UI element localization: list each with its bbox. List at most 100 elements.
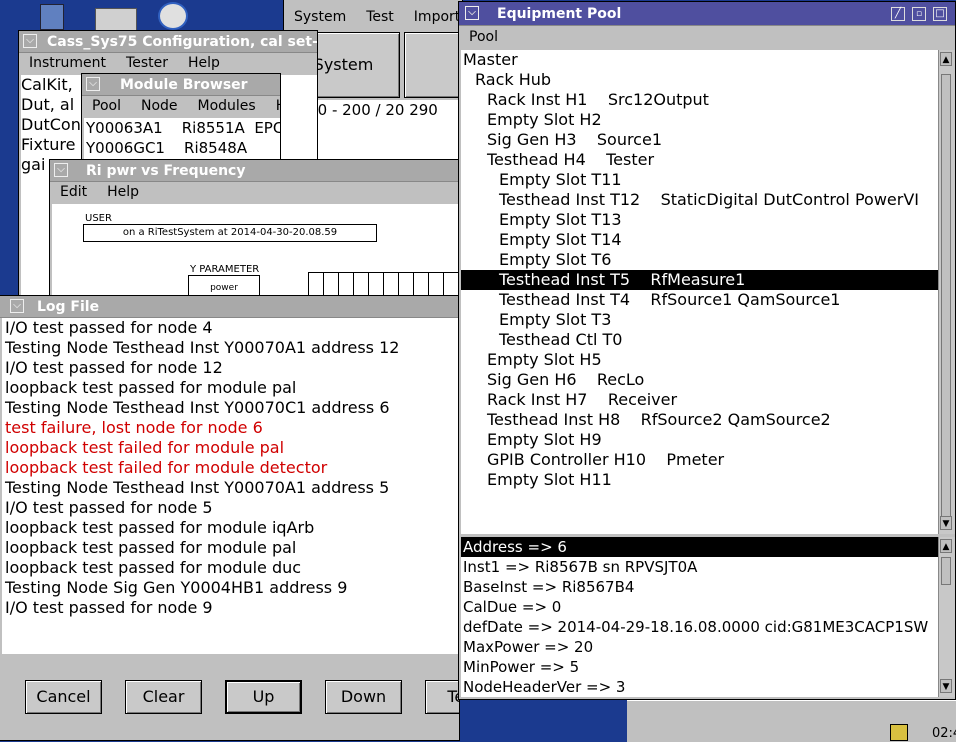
equipment-pool-window: ⌵ Equipment Pool ╱ ▫ □ Pool Master Rack H…	[458, 1, 956, 700]
maximize-icon[interactable]: □	[933, 7, 947, 21]
user-value: on a RiTestSystem at 2014-04-30-20.08.59	[122, 227, 338, 238]
module-row[interactable]: Y0006GC1 Ri8548A	[84, 138, 280, 158]
tree-node[interactable]: Testhead Ctl T0	[461, 330, 938, 350]
menu-edit[interactable]: Edit	[60, 184, 87, 200]
property-row[interactable]: MinPower => 5	[461, 657, 938, 677]
scroll-up-icon[interactable]: ▲	[940, 539, 952, 553]
tree-node[interactable]: Testhead Inst T5 RfMeasure1	[461, 270, 938, 290]
log-line-error: loopback test failed for module pal	[5, 438, 285, 457]
menu-pool[interactable]: Pool	[469, 29, 498, 45]
tree-node[interactable]: Empty Slot H5	[461, 350, 938, 370]
plot-titlebar[interactable]: ⌵ Ri pwr vs Frequency	[50, 160, 460, 182]
menu-help[interactable]: Help	[107, 184, 139, 200]
log-line: I/O test passed for node 9	[5, 598, 213, 617]
plot-canvas: USER on a RiTestSystem at 2014-04-30-20.…	[52, 204, 460, 308]
log-line-error: loopback test failed for module detector	[5, 458, 328, 477]
property-row[interactable]: Inst1 => Ri8567B sn RPVSJT0A	[461, 557, 938, 577]
window-menu-icon[interactable]: ⌵	[54, 163, 68, 177]
desktop-icon-2[interactable]	[158, 2, 188, 30]
log-line: I/O test passed for node 12	[5, 358, 223, 377]
tree-scroll-thumb[interactable]	[941, 74, 951, 526]
tree-node[interactable]: Sig Gen H6 RecLo	[461, 370, 938, 390]
menu-pool[interactable]: Pool	[92, 98, 121, 114]
log-line-error: test failure, lost node for node 6	[5, 418, 263, 437]
cancel-button[interactable]: Cancel	[25, 680, 102, 714]
menu-system[interactable]: System	[294, 9, 346, 25]
property-row[interactable]: Address => 6	[461, 537, 938, 557]
tree-node[interactable]: Testhead Inst H8 RfSource2 QamSource2	[461, 410, 938, 430]
menu-help[interactable]: Help	[188, 55, 220, 71]
tree-vscroll[interactable]: ▲ ▼	[938, 50, 955, 534]
config-titlebar[interactable]: ⌵ Cass_Sys75 Configuration, cal set-	[19, 31, 317, 53]
plot-window: ⌵ Ri pwr vs Frequency Edit Help USER on a…	[49, 159, 461, 309]
close-icon[interactable]: ╱	[891, 7, 905, 21]
tree-node[interactable]: Rack Hub	[461, 70, 938, 90]
log-titlebar[interactable]: ⌵ Log File	[0, 296, 459, 318]
down-button[interactable]: Down	[325, 680, 402, 714]
menu-help[interactable]: He	[276, 98, 280, 114]
menu-test[interactable]: Test	[366, 9, 394, 25]
log-line: loopback test passed for module pal	[5, 538, 297, 557]
tree-node[interactable]: Empty Slot T11	[461, 170, 938, 190]
scroll-down-icon[interactable]: ▼	[940, 679, 952, 693]
log-title: Log File	[37, 299, 100, 315]
up-button[interactable]: Up	[225, 680, 302, 714]
tree-node[interactable]: Empty Slot H2	[461, 110, 938, 130]
properties-list[interactable]: Address => 6 Inst1 => Ri8567B sn RPVSJT0A…	[461, 537, 938, 697]
menu-tester[interactable]: Tester	[126, 55, 168, 71]
menu-modules[interactable]: Modules	[198, 98, 256, 114]
tree-node[interactable]: Empty Slot T6	[461, 250, 938, 270]
tree-node[interactable]: Empty Slot T13	[461, 210, 938, 230]
menu-import[interactable]: Import	[414, 9, 460, 25]
property-row[interactable]: MaxPower => 20	[461, 637, 938, 657]
menu-node[interactable]: Node	[141, 98, 178, 114]
props-scroll-thumb[interactable]	[941, 557, 951, 585]
scroll-down-icon[interactable]: ▼	[940, 516, 952, 530]
module-row[interactable]: Y00063A1 Ri8551A EPC	[84, 118, 280, 138]
tree-node[interactable]: Testhead Inst T12 StaticDigital DutContr…	[461, 190, 938, 210]
equipment-pool-titlebar[interactable]: ⌵ Equipment Pool ╱ ▫ □	[459, 2, 955, 26]
desktop-icon-3[interactable]	[40, 4, 64, 30]
props-vscroll[interactable]: ▲ ▼	[938, 537, 955, 697]
equipment-pool-menubar: Pool	[459, 26, 955, 48]
tree-node[interactable]: Testhead H4 Tester	[461, 150, 938, 170]
window-menu-icon[interactable]: ⌵	[86, 77, 100, 91]
tree-node[interactable]: Rack Inst H7 Receiver	[461, 390, 938, 410]
config-menubar: Instrument Tester Help	[19, 53, 317, 73]
taskbar-tray-icon[interactable]	[890, 724, 908, 741]
desktop-icon-1[interactable]	[95, 8, 137, 32]
module-browser-titlebar[interactable]: ⌵ Module Browser	[82, 74, 280, 96]
equipment-tree[interactable]: Master Rack Hub Rack Inst H1 Src12Output Em…	[461, 50, 938, 534]
log-line: Testing Node Sig Gen Y0004HB1 address 9	[5, 578, 348, 597]
property-row[interactable]: NodeHeaderVer => 3	[461, 677, 938, 697]
menu-instrument[interactable]: Instrument	[29, 55, 106, 71]
module-browser-list[interactable]: Y00063A1 Ri8551A EPC Y0006GC1 Ri8548A	[84, 118, 280, 162]
tree-node[interactable]: Empty Slot H11	[461, 470, 938, 490]
user-label: USER	[85, 213, 112, 224]
tree-node[interactable]: Empty Slot H9	[461, 430, 938, 450]
window-menu-icon[interactable]: ⌵	[465, 6, 479, 20]
user-box: on a RiTestSystem at 2014-04-30-20.08.59	[83, 224, 377, 242]
log-line: Testing Node Testhead Inst Y00070A1 addr…	[5, 338, 400, 357]
property-row[interactable]: CalDue => 0	[461, 597, 938, 617]
tree-node[interactable]: GPIB Controller H10 Pmeter	[461, 450, 938, 470]
property-row[interactable]: BaseInst => Ri8567B4	[461, 577, 938, 597]
tree-node[interactable]: Sig Gen H3 Source1	[461, 130, 938, 150]
window-menu-icon[interactable]: ⌵	[10, 299, 24, 313]
tree-node[interactable]: Master	[461, 50, 938, 70]
log-line: I/O test passed for node 5	[5, 498, 213, 517]
module-browser-window: ⌵ Module Browser Pool Node Modules He Y0006…	[81, 73, 281, 163]
system-second-button[interactable]	[404, 32, 462, 98]
tree-node[interactable]: Empty Slot T14	[461, 230, 938, 250]
minimize-icon[interactable]: ▫	[912, 7, 926, 21]
text-button[interactable]: Text	[425, 680, 459, 714]
clear-button[interactable]: Clear	[125, 680, 202, 714]
tree-node[interactable]: Testhead Inst T4 RfSource1 QamSource1	[461, 290, 938, 310]
tree-node[interactable]: Rack Inst H1 Src12Output	[461, 90, 938, 110]
property-row[interactable]: defDate => 2014-04-29-18.16.08.0000 cid:…	[461, 617, 938, 637]
scroll-up-icon[interactable]: ▲	[940, 52, 952, 66]
window-menu-icon[interactable]: ⌵	[23, 34, 37, 48]
plot-title: Ri pwr vs Frequency	[86, 163, 246, 179]
log-text-area[interactable]: I/O test passed for node 4 Testing Node T…	[2, 318, 459, 654]
tree-node[interactable]: Empty Slot T3	[461, 310, 938, 330]
